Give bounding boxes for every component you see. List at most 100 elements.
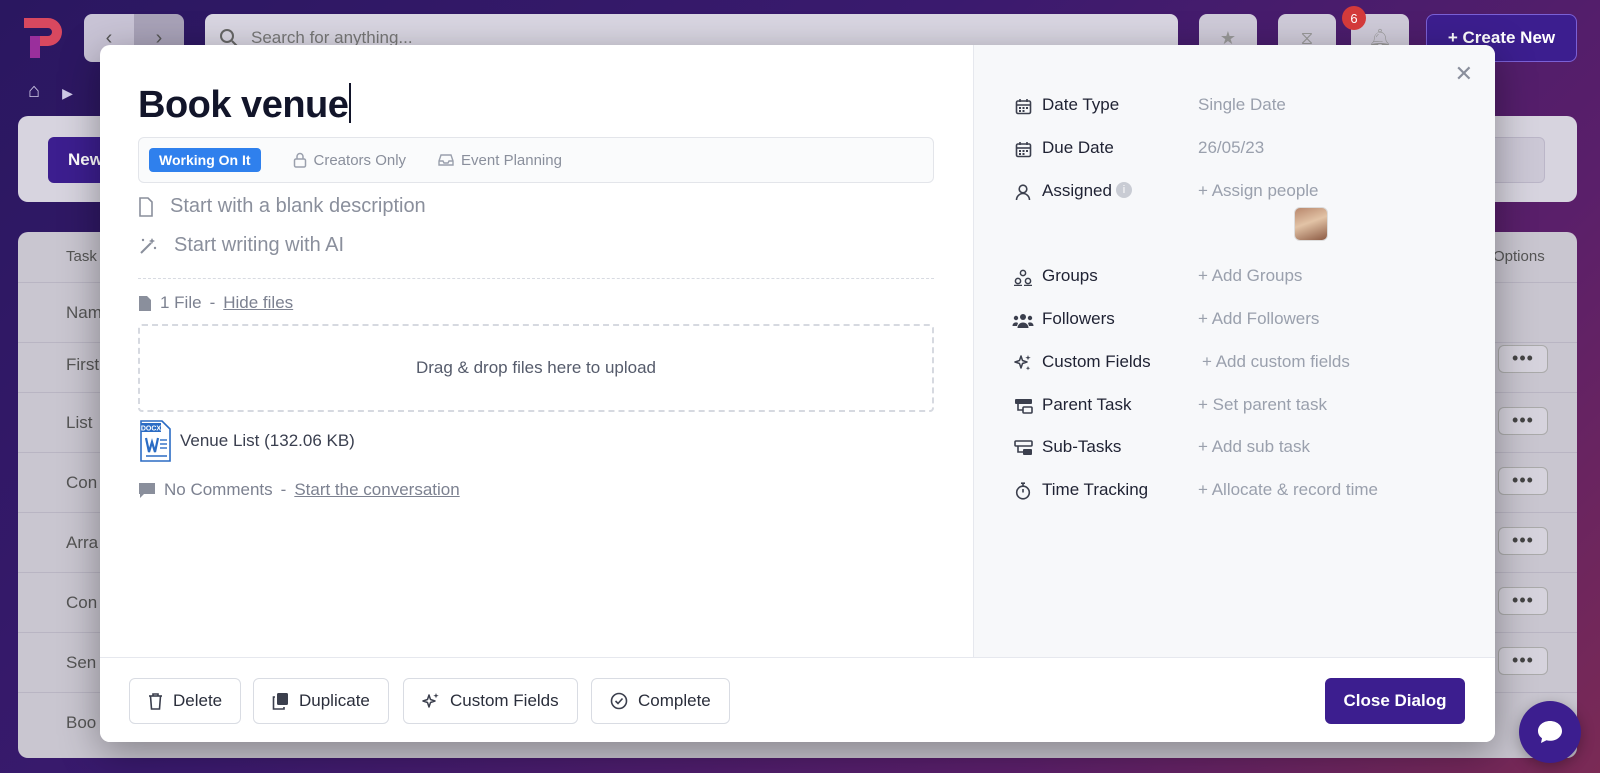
prop-groups: Groups + Add Groups (1012, 266, 1302, 288)
blank-description-option[interactable]: Start with a blank description (138, 195, 426, 218)
blank-description-label: Start with a blank description (170, 195, 426, 217)
chevron-right-icon: ▶ (62, 85, 73, 101)
custom-fields-label: Custom Fields (450, 691, 559, 710)
files-summary: 1 File - Hide files (138, 293, 293, 313)
task-title: Book venue (138, 84, 349, 126)
row-options-button[interactable]: ••• (1498, 587, 1548, 615)
app-logo-icon (24, 18, 62, 58)
chat-launcher[interactable] (1519, 701, 1581, 763)
duplicate-button[interactable]: Duplicate (253, 678, 389, 724)
magic-wand-icon (140, 237, 157, 254)
parent-task-icon (1012, 395, 1034, 417)
status-badge[interactable]: Working On It (149, 148, 261, 172)
prop-assigned: Assigned i + Assign people (1012, 181, 1319, 203)
inbox-icon (438, 154, 454, 166)
row-options-button[interactable]: ••• (1498, 527, 1548, 555)
task-dialog: Book venue Working On It Creators Only E… (100, 45, 1495, 742)
prop-label: Parent Task (1042, 395, 1132, 414)
trash-icon (149, 693, 162, 710)
prop-label: Assigned (1042, 181, 1112, 200)
section-divider (138, 278, 934, 279)
calendar-icon (1012, 95, 1034, 117)
prop-sub-tasks: Sub-Tasks + Add sub task (1012, 437, 1310, 459)
ai-description-option[interactable]: Start writing with AI (138, 234, 344, 257)
info-icon[interactable]: i (1115, 182, 1132, 198)
prop-followers: Followers + Add Followers (1012, 309, 1319, 331)
complete-button[interactable]: Complete (591, 678, 730, 724)
sparkles-icon (422, 693, 439, 708)
comment-icon (139, 482, 155, 498)
prop-due-date: Due Date 26/05/23 (1012, 138, 1264, 160)
chat-icon (1538, 721, 1562, 743)
close-dialog-button[interactable]: Close Dialog (1325, 678, 1465, 724)
calendar-icon (1012, 138, 1034, 160)
add-groups-link[interactable]: + Add Groups (1198, 266, 1302, 286)
delete-label: Delete (173, 691, 223, 710)
file-dropzone[interactable]: Drag & drop files here to upload (138, 324, 934, 412)
add-custom-fields-link[interactable]: + Add custom fields (1202, 352, 1350, 372)
table-header-options: Options (1493, 248, 1545, 265)
table-header-task: Task (66, 248, 97, 265)
custom-fields-button[interactable]: Custom Fields (403, 678, 578, 724)
due-date-value[interactable]: 26/05/23 (1198, 138, 1264, 158)
prop-parent-task: Parent Task + Set parent task (1012, 395, 1327, 417)
notification-badge: 6 (1342, 6, 1366, 30)
project-selector[interactable]: Event Planning (438, 152, 562, 169)
files-separator: - (209, 293, 216, 312)
allocate-time-link[interactable]: + Allocate & record time (1198, 480, 1378, 500)
home-icon[interactable]: ⌂ (28, 80, 40, 106)
visibility-selector[interactable]: Creators Only (293, 151, 407, 169)
prop-label: Followers (1042, 309, 1115, 328)
complete-label: Complete (638, 691, 711, 710)
prop-date-type: Date Type Single Date (1012, 95, 1286, 117)
comments-count: No Comments (164, 480, 273, 499)
date-type-value[interactable]: Single Date (1198, 95, 1286, 115)
set-parent-task-link[interactable]: + Set parent task (1198, 395, 1327, 415)
task-title-input[interactable]: Book venue (138, 83, 352, 127)
word-document-icon: DOCX (140, 420, 171, 462)
task-meta-bar: Working On It Creators Only Event Planni… (138, 137, 934, 183)
row-options-button[interactable]: ••• (1498, 467, 1548, 495)
row-options-button[interactable]: ••• (1498, 345, 1548, 373)
prop-label: Groups (1042, 266, 1098, 285)
sparkles-icon (1012, 352, 1034, 374)
task-properties-panel: ✕ Date Type Single Date Due Date 26/05/2… (973, 45, 1495, 657)
duplicate-label: Duplicate (299, 691, 370, 710)
dropzone-label: Drag & drop files here to upload (415, 358, 657, 377)
file-type-badge: DOCX (141, 426, 162, 433)
avatar[interactable] (1294, 207, 1328, 241)
comments-separator: - (280, 480, 287, 499)
delete-button[interactable]: Delete (129, 678, 242, 724)
text-caret (349, 83, 352, 123)
assign-people-link[interactable]: + Assign people (1198, 181, 1319, 201)
hide-files-link[interactable]: Hide files (223, 293, 293, 313)
file-name: Venue List (132.06 KB) (180, 431, 355, 450)
copy-icon (272, 693, 288, 710)
add-followers-link[interactable]: + Add Followers (1198, 309, 1319, 329)
ai-description-label: Start writing with AI (174, 234, 345, 256)
file-icon (139, 295, 151, 311)
project-label: Event Planning (461, 151, 562, 169)
breadcrumb: ⌂ ▶ (28, 80, 73, 106)
files-count: 1 File (160, 293, 202, 312)
dialog-footer: Delete Duplicate Custom Fields Complete … (100, 657, 1495, 742)
close-icon[interactable]: ✕ (1455, 63, 1473, 85)
document-icon (139, 196, 153, 217)
stopwatch-icon (1012, 480, 1034, 502)
subtask-icon (1012, 437, 1034, 459)
add-sub-task-link[interactable]: + Add sub task (1198, 437, 1310, 457)
prop-label: Custom Fields (1042, 352, 1151, 371)
attached-file[interactable]: DOCX Venue List (132.06 KB) (138, 420, 355, 462)
prop-label: Sub-Tasks (1042, 437, 1122, 456)
row-options-button[interactable]: ••• (1498, 407, 1548, 435)
followers-icon (1012, 309, 1034, 331)
comments-summary: No Comments - Start the conversation (138, 480, 460, 500)
visibility-label: Creators Only (313, 151, 407, 169)
row-options-button[interactable]: ••• (1498, 647, 1548, 675)
start-conversation-link[interactable]: Start the conversation (294, 480, 459, 500)
prop-custom-fields: Custom Fields + Add custom fields (1012, 352, 1350, 374)
prop-label: Time Tracking (1042, 480, 1149, 499)
user-icon (1012, 181, 1034, 203)
check-circle-icon (610, 692, 628, 710)
prop-time-tracking: Time Tracking + Allocate & record time (1012, 480, 1378, 502)
